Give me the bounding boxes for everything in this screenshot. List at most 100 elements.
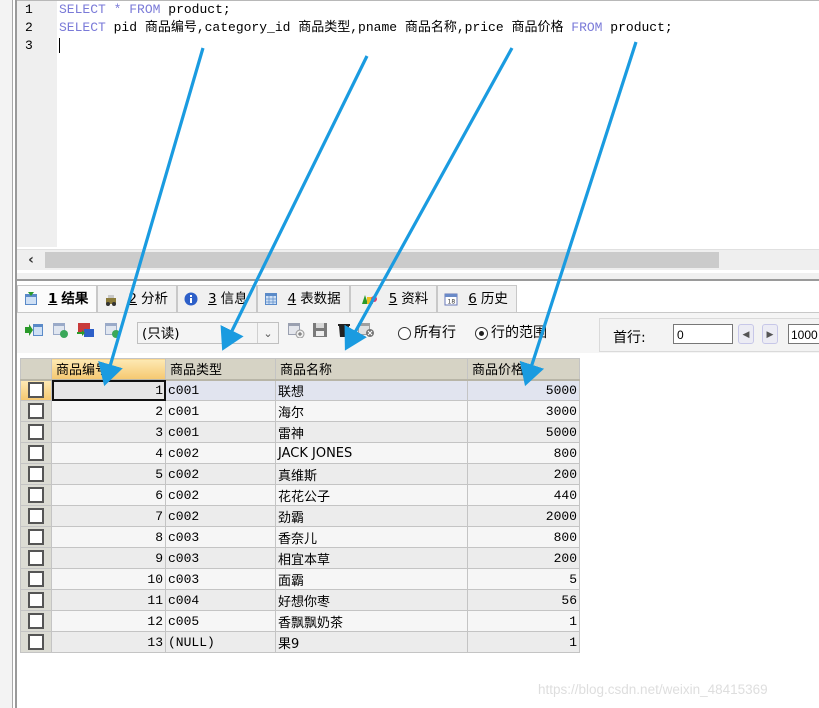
table-row[interactable]: 1 c001 联想 5000 <box>20 379 580 401</box>
row-selector[interactable] <box>20 589 52 611</box>
row-checkbox[interactable] <box>28 613 44 629</box>
row-selector[interactable] <box>20 442 52 464</box>
cell-pid[interactable]: 12 <box>51 610 166 632</box>
radio-off[interactable] <box>398 326 411 340</box>
cell-category[interactable]: c003 <box>165 547 276 569</box>
row-selector[interactable] <box>20 526 52 548</box>
cell-price[interactable]: 5000 <box>467 421 580 443</box>
cell-name[interactable]: 香奈儿 <box>275 526 468 548</box>
cell-category[interactable]: c002 <box>165 505 276 527</box>
row-selector[interactable] <box>20 421 52 443</box>
cell-category[interactable]: c002 <box>165 442 276 464</box>
cell-category[interactable]: c001 <box>165 400 276 422</box>
cell-price[interactable]: 2000 <box>467 505 580 527</box>
first-row-input[interactable]: 0 <box>673 324 733 344</box>
refresh-grid-icon[interactable] <box>103 322 121 338</box>
cell-category[interactable]: c002 <box>165 484 276 506</box>
code-line[interactable] <box>59 37 819 55</box>
code-line[interactable]: SELECT * FROM product; <box>59 1 819 19</box>
cell-name[interactable]: 香飘飘奶茶 <box>275 610 468 632</box>
radio-all-rows[interactable]: 所有行 <box>398 323 456 343</box>
row-checkbox[interactable] <box>28 550 44 566</box>
code-area[interactable]: SELECT * FROM product; SELECT pid 商品编号,ca… <box>59 1 819 55</box>
next-page-button[interactable]: ▶ <box>762 324 778 344</box>
cell-pid[interactable]: 5 <box>51 463 166 485</box>
scrollbar-thumb[interactable] <box>45 252 719 268</box>
row-selector[interactable] <box>20 400 52 422</box>
cell-pid[interactable]: 3 <box>51 421 166 443</box>
cell-name[interactable]: 面霸 <box>275 568 468 590</box>
row-checkbox[interactable] <box>28 466 44 482</box>
sql-editor[interactable]: 1 2 3 SELECT * FROM product; SELECT pid 商… <box>17 0 819 270</box>
select-all-corner[interactable] <box>20 358 52 381</box>
tab-analysis[interactable]: 2 分析 <box>97 285 177 312</box>
row-checkbox[interactable] <box>28 382 44 399</box>
cell-name[interactable]: 联想 <box>275 379 468 401</box>
chevron-down-icon[interactable]: ⌄ <box>257 323 278 343</box>
cell-price[interactable]: 5 <box>467 568 580 590</box>
code-line[interactable]: SELECT pid 商品编号,category_id 商品类型,pname 商… <box>59 19 819 37</box>
row-selector[interactable] <box>20 463 52 485</box>
row-checkbox[interactable] <box>28 571 44 587</box>
export-icon[interactable] <box>77 322 95 338</box>
radio-on[interactable] <box>475 326 488 340</box>
delete-icon[interactable] <box>335 322 353 338</box>
table-row[interactable]: 11 c004 好想你枣 56 <box>20 589 580 611</box>
cell-price[interactable]: 800 <box>467 526 580 548</box>
cell-category[interactable]: c003 <box>165 526 276 548</box>
save-icon[interactable] <box>311 322 329 338</box>
cell-pid[interactable]: 4 <box>51 442 166 464</box>
duplicate-row-icon[interactable] <box>51 322 69 338</box>
row-checkbox[interactable] <box>28 634 44 650</box>
cell-name[interactable]: 花花公子 <box>275 484 468 506</box>
cell-name[interactable]: 雷神 <box>275 421 468 443</box>
row-selector[interactable] <box>20 547 52 569</box>
table-row[interactable]: 10 c003 面霸 5 <box>20 568 580 590</box>
cell-price[interactable]: 5000 <box>467 379 580 401</box>
cell-category[interactable]: c002 <box>165 463 276 485</box>
table-row[interactable]: 5 c002 真维斯 200 <box>20 463 580 485</box>
cell-name[interactable]: JACK JONES <box>275 442 468 464</box>
cell-price[interactable]: 200 <box>467 547 580 569</box>
tab-table-data[interactable]: 4 表数据 <box>256 285 350 312</box>
cell-category[interactable]: c003 <box>165 568 276 590</box>
editor-results-splitter[interactable] <box>17 272 819 281</box>
tab-results[interactable]: 1 结果 <box>17 285 98 312</box>
cell-pid[interactable]: 9 <box>51 547 166 569</box>
cell-pid[interactable]: 2 <box>51 400 166 422</box>
table-row[interactable]: 7 c002 劲霸 2000 <box>20 505 580 527</box>
cell-category[interactable]: c001 <box>165 421 276 443</box>
table-row[interactable]: 2 c001 海尔 3000 <box>20 400 580 422</box>
table-row[interactable]: 6 c002 花花公子 440 <box>20 484 580 506</box>
cancel-changes-icon[interactable] <box>357 322 375 338</box>
table-row[interactable]: 13 (NULL) 果9 1 <box>20 631 580 653</box>
table-row[interactable]: 3 c001 雷神 5000 <box>20 421 580 443</box>
row-count-input[interactable]: 1000 <box>788 324 819 344</box>
cell-category[interactable]: c001 <box>165 379 276 401</box>
cell-category[interactable]: c005 <box>165 610 276 632</box>
cell-price[interactable]: 800 <box>467 442 580 464</box>
horizontal-scrollbar[interactable]: ‹ <box>17 249 819 270</box>
row-selector[interactable] <box>20 631 52 653</box>
cell-price[interactable]: 440 <box>467 484 580 506</box>
cell-pid[interactable]: 8 <box>51 526 166 548</box>
row-selector[interactable] <box>20 505 52 527</box>
cell-name[interactable]: 劲霸 <box>275 505 468 527</box>
cell-pid[interactable]: 10 <box>51 568 166 590</box>
row-selector[interactable] <box>20 568 52 590</box>
cell-pid[interactable]: 13 <box>51 631 166 653</box>
cell-pid[interactable]: 1 <box>51 379 166 401</box>
table-row[interactable]: 9 c003 相宜本草 200 <box>20 547 580 569</box>
cell-pid[interactable]: 6 <box>51 484 166 506</box>
cell-name[interactable]: 真维斯 <box>275 463 468 485</box>
row-selector[interactable] <box>20 484 52 506</box>
column-header[interactable]: 商品类型 <box>165 358 276 381</box>
tab-profile[interactable]: 5 资料 <box>349 285 438 312</box>
row-checkbox[interactable] <box>28 424 44 440</box>
prev-page-button[interactable]: ◀ <box>738 324 754 344</box>
cell-pid[interactable]: 7 <box>51 505 166 527</box>
column-header[interactable]: 商品名称 <box>275 358 468 381</box>
column-header[interactable]: 商品价格 <box>467 358 580 381</box>
radio-row-range[interactable]: 行的范围 <box>475 323 547 343</box>
cell-price[interactable]: 1 <box>467 631 580 653</box>
